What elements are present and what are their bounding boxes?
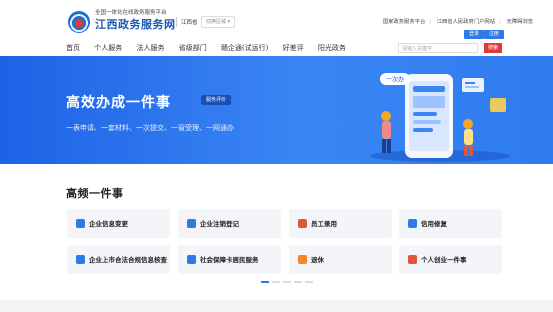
service-card-label: 企业上市合法合规信息核查 bbox=[89, 255, 167, 264]
switch-region-dropdown[interactable]: 切换区域 ▾ bbox=[201, 16, 236, 28]
search-input[interactable]: 请输入关键字 bbox=[398, 43, 478, 53]
main-nav: 首页 个人服务 法人服务 省级部门 赣企通(试运行) 好差评 阳光政务 bbox=[66, 43, 358, 53]
service-card-4[interactable]: 企业上市合法合规信息核查 bbox=[67, 245, 170, 274]
current-region: 江西省 bbox=[181, 20, 198, 26]
service-card-label: 企业注销登记 bbox=[200, 219, 239, 228]
service-card-5[interactable]: 社会保障卡居民服务 bbox=[178, 245, 281, 274]
link-divider: | bbox=[429, 19, 432, 25]
service-card-0[interactable]: 企业信息变更 bbox=[67, 209, 170, 238]
service-card-label: 信用修复 bbox=[421, 219, 447, 228]
card-icon bbox=[187, 255, 196, 264]
service-card-2[interactable]: 员工录用 bbox=[289, 209, 392, 238]
service-card-7[interactable]: 个人创业一件事 bbox=[399, 245, 502, 274]
brand-subtitle: 全国一体化在线政务服务平台 bbox=[95, 10, 167, 16]
switch-region-label: 切换区域 bbox=[206, 19, 227, 25]
nav-corporate-services[interactable]: 法人服务 bbox=[136, 44, 164, 52]
carousel-dot[interactable] bbox=[304, 281, 313, 283]
service-card-6[interactable]: 退休 bbox=[289, 245, 392, 274]
chevron-down-icon: ▾ bbox=[227, 19, 231, 25]
bubble-text: 一次办 bbox=[386, 76, 404, 84]
register-button[interactable]: 注册 bbox=[484, 30, 505, 39]
service-card-1[interactable]: 企业注销登记 bbox=[178, 209, 281, 238]
carousel-dot[interactable] bbox=[271, 281, 280, 283]
service-evaluation-tag[interactable]: 服务评价 bbox=[201, 95, 232, 105]
site-header: 全国一体化在线政务服务平台 江西政务服务网 江西省 切换区域 ▾ 国家政务服务平… bbox=[0, 0, 553, 56]
service-card-label: 退休 bbox=[311, 255, 324, 264]
shield-icon bbox=[408, 219, 417, 228]
banner-title: 高效办成一件事 bbox=[66, 95, 171, 111]
building-icon bbox=[187, 219, 196, 228]
top-links: 国家政务服务平台 | 江西省人民政府门户网站 | 无障碍浏览 bbox=[379, 17, 533, 25]
service-card-label: 企业信息变更 bbox=[89, 219, 128, 228]
search-button[interactable]: 搜索 bbox=[484, 43, 502, 53]
footer-strip bbox=[0, 300, 553, 312]
service-card-label: 个人创业一件事 bbox=[421, 255, 467, 264]
login-button[interactable]: 登录 bbox=[464, 30, 485, 39]
document-icon bbox=[76, 255, 85, 264]
carousel-dot[interactable] bbox=[293, 281, 302, 283]
phone-illustration: 一次办 bbox=[370, 73, 510, 162]
carousel-dot[interactable] bbox=[260, 281, 269, 283]
nav-ganqitong[interactable]: 赣企通(试运行) bbox=[221, 44, 268, 52]
building-icon bbox=[76, 219, 85, 228]
service-card-3[interactable]: 信用修复 bbox=[399, 209, 502, 238]
hero-banner[interactable]: 高效办成一件事 服务评价 一表申请、一套材料、一次提交、一窗受理、一网通办 一次… bbox=[0, 56, 553, 164]
clock-icon bbox=[298, 255, 307, 264]
link-national-platform[interactable]: 国家政务服务平台 bbox=[383, 19, 425, 25]
nav-evaluation[interactable]: 好差评 bbox=[283, 44, 304, 52]
user-badge-icon bbox=[298, 219, 307, 228]
nav-provincial-departments[interactable]: 省级部门 bbox=[179, 44, 207, 52]
link-accessibility[interactable]: 无障碍浏览 bbox=[507, 19, 534, 25]
service-card-label: 员工录用 bbox=[311, 219, 337, 228]
banner-subtitle: 一表申请、一套材料、一次提交、一窗受理、一网通办 bbox=[66, 124, 234, 132]
carousel-dot[interactable] bbox=[282, 281, 291, 283]
link-provincial-portal[interactable]: 江西省人民政府门户网站 bbox=[437, 19, 495, 25]
speech-bubble: 一次办 bbox=[380, 73, 410, 85]
nav-home[interactable]: 首页 bbox=[66, 44, 80, 52]
section-title: 高频一件事 bbox=[66, 187, 124, 200]
link-divider: | bbox=[499, 19, 501, 25]
person-icon bbox=[408, 255, 417, 264]
header-divider bbox=[176, 17, 177, 27]
nav-personal-services[interactable]: 个人服务 bbox=[94, 44, 122, 52]
emblem-logo[interactable] bbox=[68, 11, 90, 33]
nav-transparency[interactable]: 阳光政务 bbox=[318, 44, 346, 52]
service-card-label: 社会保障卡居民服务 bbox=[200, 255, 259, 264]
brand-title[interactable]: 江西政务服务网 bbox=[95, 16, 176, 32]
